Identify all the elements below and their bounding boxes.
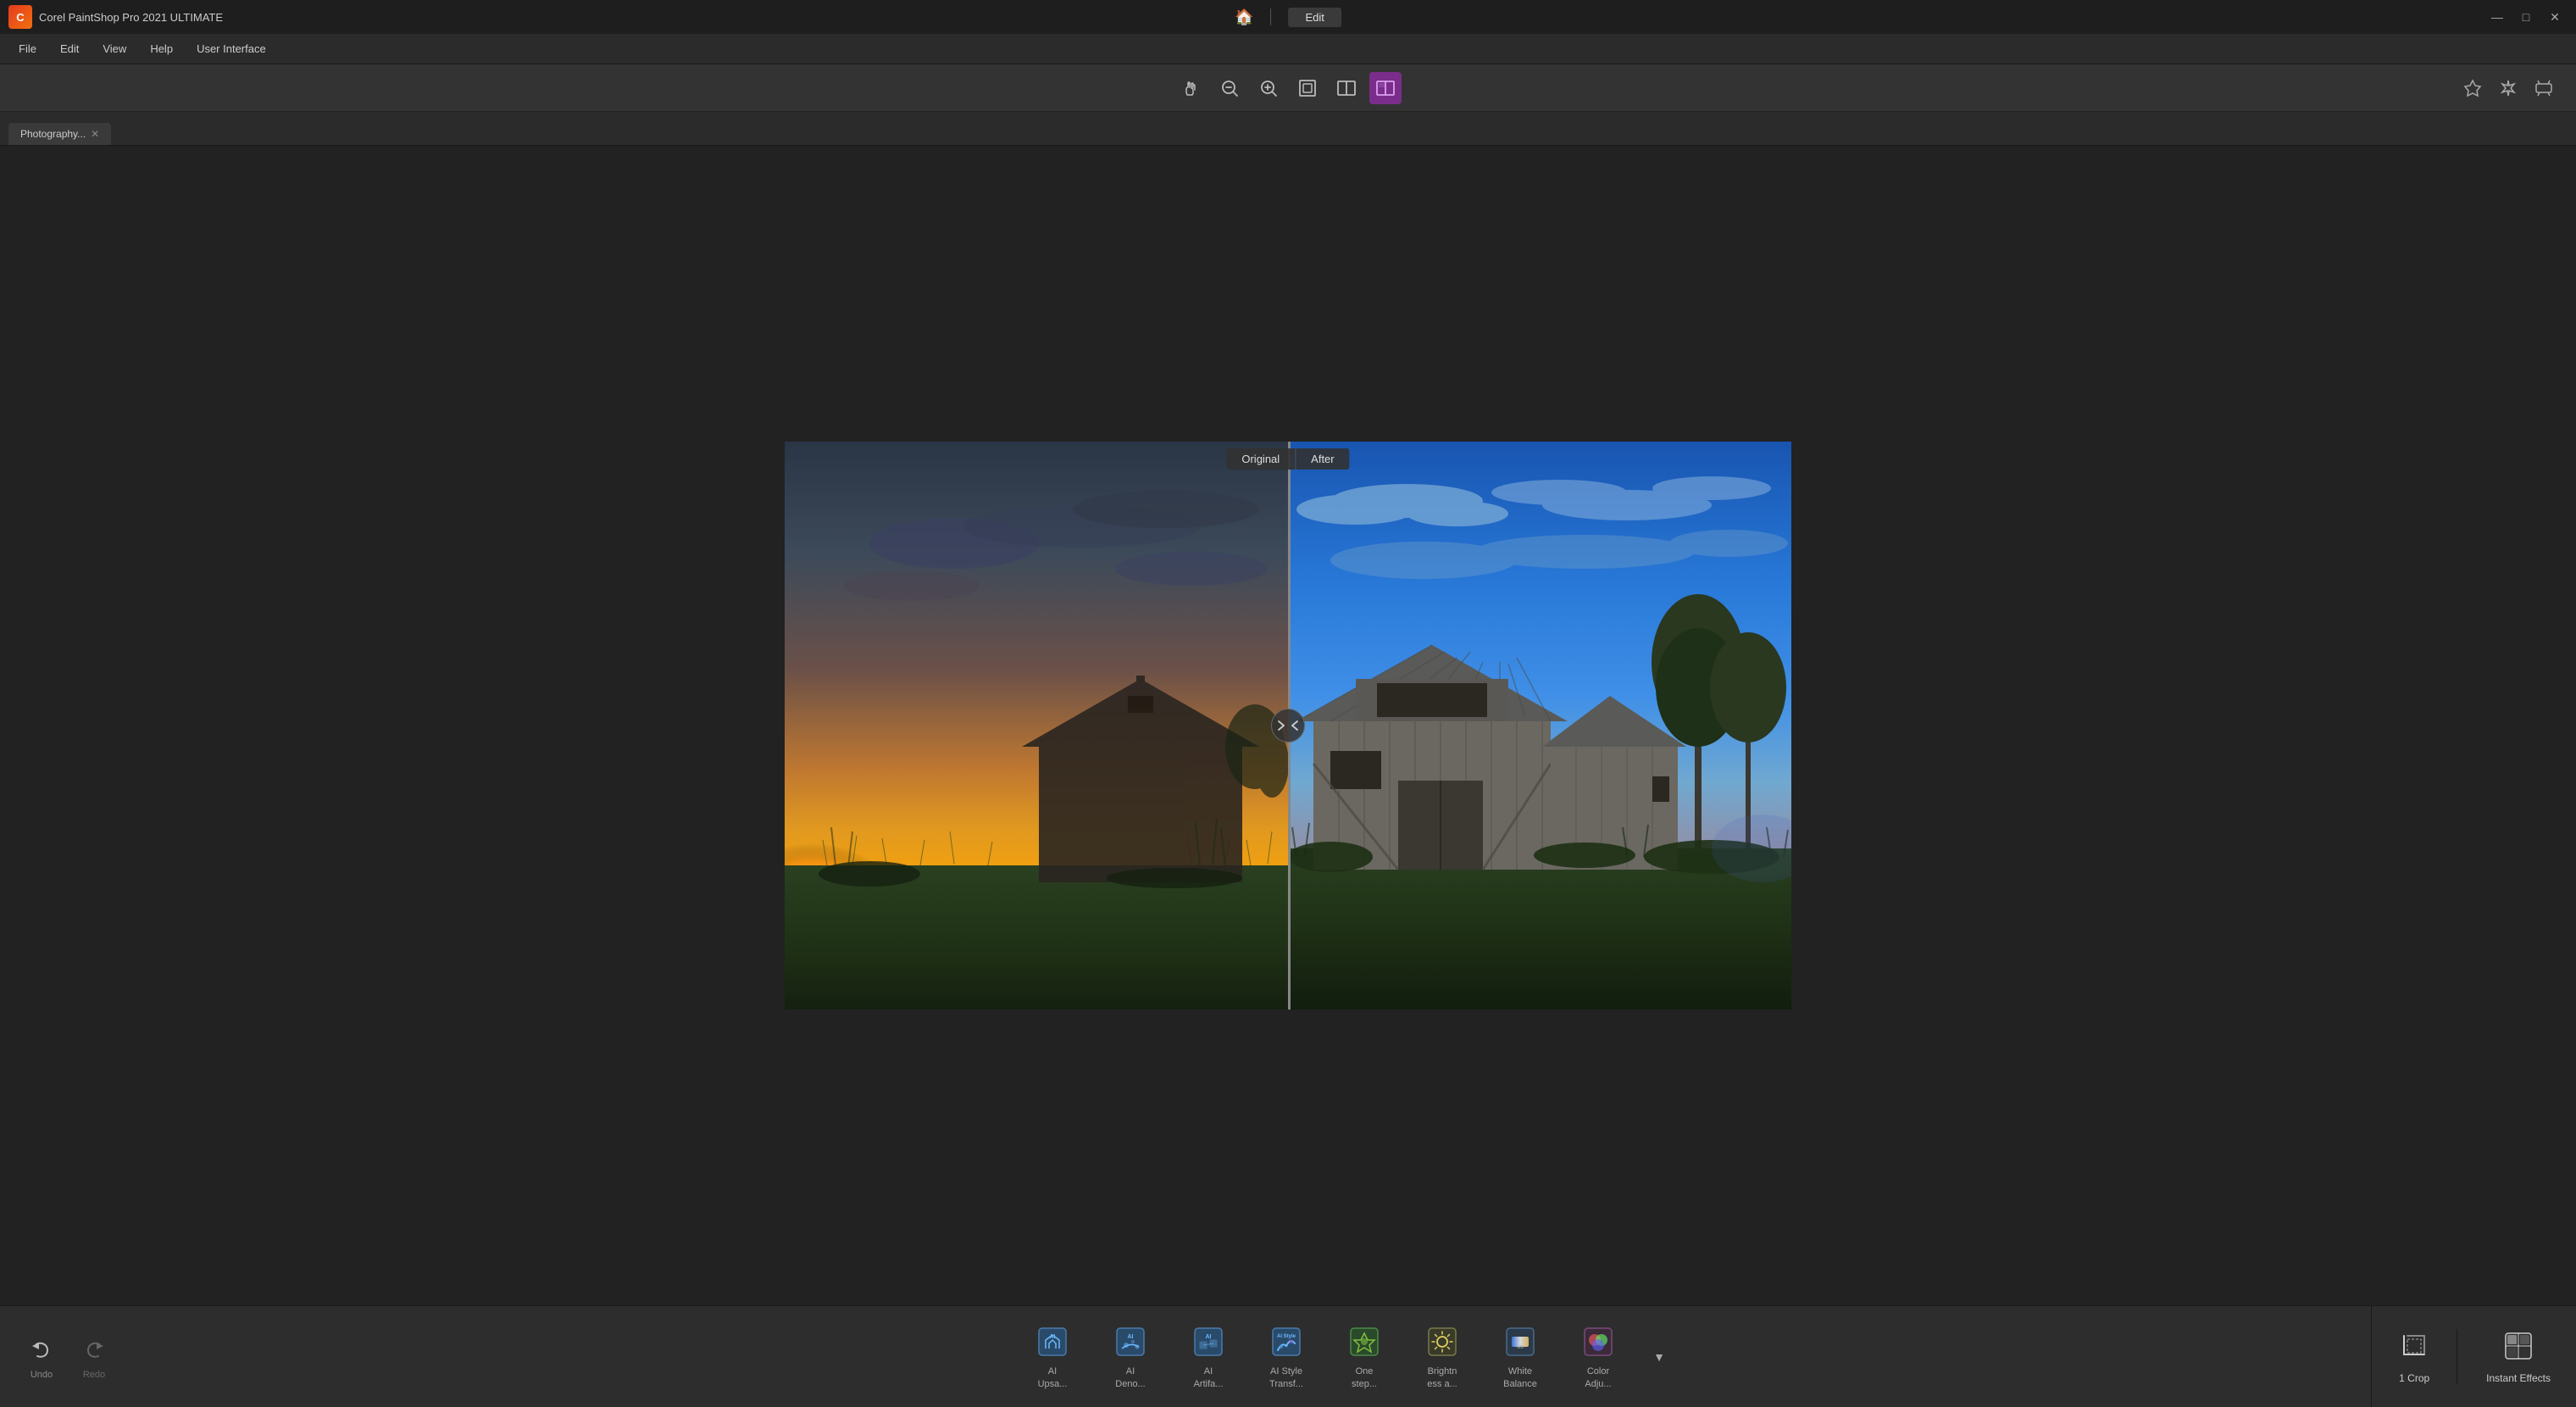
zoom-out-button[interactable] bbox=[1213, 72, 1246, 104]
title-bar-right: — □ ✕ bbox=[2484, 7, 2568, 27]
svg-text:AI: AI bbox=[1128, 1334, 1134, 1340]
app-title: Corel PaintShop Pro 2021 ULTIMATE bbox=[39, 11, 223, 24]
pan-tool-button[interactable] bbox=[1174, 72, 1207, 104]
adjust-icon-1[interactable] bbox=[2457, 73, 2488, 103]
ai-artifact-tool[interactable]: AI AI Artifa... bbox=[1170, 1316, 1246, 1397]
svg-text:AI: AI bbox=[1206, 1334, 1212, 1340]
after-label[interactable]: After bbox=[1296, 448, 1349, 470]
ai-style-icon: AI Style bbox=[1268, 1323, 1305, 1360]
ai-upsampling-tool[interactable]: AI AI Upsa... bbox=[1014, 1316, 1091, 1397]
close-button[interactable]: ✕ bbox=[2542, 7, 2568, 27]
split-handle[interactable] bbox=[1271, 709, 1305, 742]
ai-style-label: AI Style Transf... bbox=[1269, 1365, 1303, 1390]
menu-help[interactable]: Help bbox=[140, 39, 183, 58]
menu-bar: File Edit View Help User Interface bbox=[0, 34, 2576, 64]
instant-effects-tool[interactable]: Instant Effects bbox=[2461, 1329, 2576, 1384]
one-step-label: One step... bbox=[1352, 1365, 1377, 1390]
instant-effects-icon bbox=[2501, 1329, 2535, 1367]
minimize-button[interactable]: — bbox=[2484, 7, 2510, 27]
maximize-button[interactable]: □ bbox=[2513, 7, 2539, 27]
brightness-icon bbox=[1424, 1323, 1461, 1360]
svg-text:WB: WB bbox=[1517, 1345, 1524, 1350]
undo-redo-group: Undo Redo bbox=[25, 1334, 110, 1380]
white-balance-tool[interactable]: WB White Balance bbox=[1482, 1316, 1558, 1397]
color-adjust-icon bbox=[1579, 1323, 1617, 1360]
title-bar-center: 🏠 Edit bbox=[1235, 8, 1341, 27]
original-image-panel bbox=[785, 442, 1288, 1009]
view-labels-bar: Original After bbox=[1226, 448, 1349, 470]
svg-text:C: C bbox=[16, 11, 25, 24]
title-bar-left: C Corel PaintShop Pro 2021 ULTIMATE bbox=[8, 5, 223, 29]
after-image-panel bbox=[1288, 442, 1791, 1009]
adjust-icon-2[interactable] bbox=[2493, 73, 2523, 103]
ai-artifact-icon: AI bbox=[1190, 1323, 1227, 1360]
menu-file[interactable]: File bbox=[8, 39, 47, 58]
zoom-in-button[interactable] bbox=[1252, 72, 1285, 104]
ai-denoise-label: AI Deno... bbox=[1115, 1365, 1145, 1390]
ai-denoise-tool[interactable]: AI AI Deno... bbox=[1092, 1316, 1169, 1397]
crop-tool[interactable]: 1 Crop bbox=[2372, 1329, 2457, 1384]
white-balance-icon: WB bbox=[1502, 1323, 1539, 1360]
bottom-toolbar: Undo Redo AI bbox=[0, 1305, 2576, 1407]
tab-label: Photography... bbox=[20, 128, 86, 140]
menu-user-interface[interactable]: User Interface bbox=[186, 39, 276, 58]
toolbar bbox=[0, 64, 2576, 112]
white-balance-label: White Balance bbox=[1503, 1365, 1537, 1390]
right-panel: 1 Crop Instant Effects bbox=[2371, 1306, 2576, 1407]
main-canvas-area: Original After bbox=[0, 146, 2576, 1305]
tool-list: AI AI Upsa... AI AI Deno... bbox=[144, 1316, 2551, 1397]
split-view-button[interactable] bbox=[1330, 72, 1363, 104]
ai-upsampling-icon: AI bbox=[1034, 1323, 1071, 1360]
one-step-tool[interactable]: One step... bbox=[1326, 1316, 1402, 1397]
compare-button[interactable] bbox=[1369, 72, 1402, 104]
tab-bar: Photography... ✕ bbox=[0, 112, 2576, 146]
edit-mode-tab[interactable]: Edit bbox=[1289, 8, 1341, 27]
color-adjust-tool[interactable]: Color Adju... bbox=[1560, 1316, 1636, 1397]
original-label[interactable]: Original bbox=[1226, 448, 1296, 470]
menu-edit[interactable]: Edit bbox=[50, 39, 89, 58]
color-adjust-label: Color Adju... bbox=[1585, 1365, 1611, 1390]
svg-text:AI Style: AI Style bbox=[1277, 1334, 1296, 1339]
brightness-tool[interactable]: Brightn ess a... bbox=[1404, 1316, 1480, 1397]
brightness-label: Brightn ess a... bbox=[1427, 1365, 1457, 1390]
redo-button[interactable]: Redo bbox=[78, 1334, 110, 1380]
undo-label: Undo bbox=[31, 1370, 53, 1380]
home-button[interactable]: 🏠 bbox=[1235, 8, 1253, 26]
fit-frame-button[interactable] bbox=[1291, 72, 1324, 104]
document-tab[interactable]: Photography... ✕ bbox=[8, 123, 111, 145]
undo-button[interactable]: Undo bbox=[25, 1334, 58, 1380]
one-step-icon bbox=[1346, 1323, 1383, 1360]
title-divider bbox=[1271, 8, 1272, 25]
toolbar-right bbox=[2457, 73, 2559, 103]
title-bar: C Corel PaintShop Pro 2021 ULTIMATE 🏠 Ed… bbox=[0, 0, 2576, 34]
expand-tools-button[interactable]: ▼ bbox=[1646, 1344, 1672, 1370]
split-view-container: Original After bbox=[785, 442, 1791, 1009]
instant-effects-label: Instant Effects bbox=[2486, 1372, 2551, 1384]
tab-close-button[interactable]: ✕ bbox=[91, 128, 99, 140]
ai-upsampling-label: AI Upsa... bbox=[1038, 1365, 1068, 1390]
ai-style-tool[interactable]: AI Style AI Style Transf... bbox=[1248, 1316, 1324, 1397]
ai-artifact-label: AI Artifa... bbox=[1194, 1365, 1224, 1390]
menu-view[interactable]: View bbox=[92, 39, 136, 58]
app-logo: C bbox=[8, 5, 32, 29]
ai-denoise-icon: AI bbox=[1112, 1323, 1149, 1360]
adjust-icon-3[interactable] bbox=[2529, 73, 2559, 103]
crop-icon bbox=[2397, 1329, 2431, 1367]
redo-label: Redo bbox=[83, 1370, 105, 1380]
crop-label: 1 Crop bbox=[2399, 1372, 2429, 1384]
